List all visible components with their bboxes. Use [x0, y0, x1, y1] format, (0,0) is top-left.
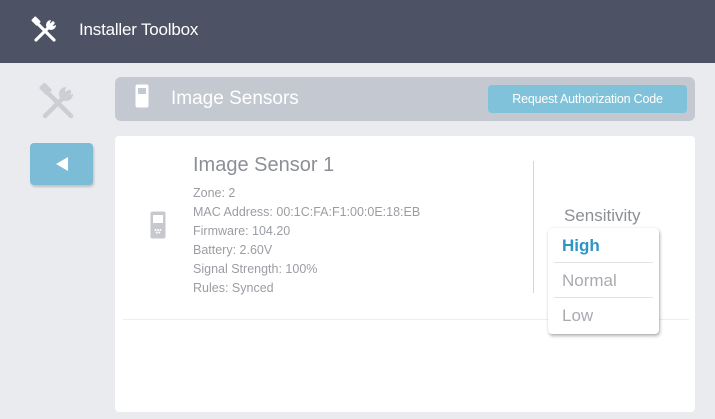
sensitivity-label: Sensitivity: [564, 206, 641, 225]
sensor-mac-address: MAC Address: 00:1C:FA:F1:00:0E:18:EB: [193, 205, 421, 219]
sensitivity-option-low[interactable]: Low: [554, 298, 653, 333]
sensor-battery: Battery: 2.60V: [193, 243, 273, 257]
vertical-divider: [533, 161, 534, 293]
sensitivity-option-high[interactable]: High: [554, 228, 653, 263]
back-button[interactable]: [30, 143, 93, 185]
sensor-firmware: Firmware: 104.20: [193, 224, 291, 238]
app-title: Installer Toolbox: [79, 20, 199, 39]
sensor-details: Zone: 2 MAC Address: 00:1C:FA:F1:00:0E:1…: [193, 184, 420, 298]
sensor-card: Image Sensor 1 Zone: 2 MAC Address: 00:1…: [115, 136, 695, 412]
back-arrow-icon: [55, 157, 68, 171]
title-bar: Installer Toolbox: [0, 0, 715, 63]
section-title: Image Sensors: [171, 88, 299, 109]
sensor-name: Image Sensor 1: [193, 154, 335, 176]
sensor-rules: Rules: Synced: [193, 281, 274, 295]
sensor-signal-strength: Signal Strength: 100%: [193, 262, 318, 276]
sensor-device-icon: [150, 211, 166, 239]
tools-icon: [39, 82, 74, 119]
section-header: Image Sensors Request Authorization Code: [115, 77, 695, 121]
sensor-device-icon: [135, 84, 149, 108]
sensitivity-options: High Normal Low: [548, 228, 659, 334]
sensor-zone: Zone: 2: [193, 186, 236, 200]
sensitivity-option-normal[interactable]: Normal: [554, 263, 653, 298]
tools-icon: [31, 16, 56, 42]
request-auth-code-button[interactable]: Request Authorization Code: [488, 85, 687, 113]
